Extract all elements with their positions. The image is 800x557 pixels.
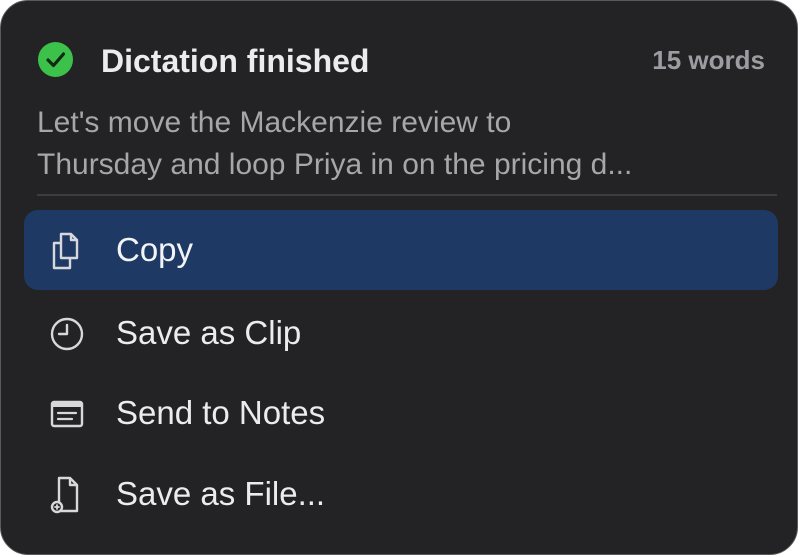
checkmark-circle-icon: [38, 42, 73, 77]
clock-icon: [50, 317, 84, 351]
transcript-line-2: Thursday and loop Priya in on the pricin…: [37, 148, 633, 181]
popover-title: Dictation finished: [101, 43, 370, 79]
popover-header: Dictation finished 15 words: [37, 41, 765, 81]
save-as-clip-label: Save as Clip: [116, 314, 302, 351]
send-to-notes-label: Send to Notes: [116, 394, 326, 431]
notes-icon: [50, 400, 84, 428]
save-as-file-menu-item[interactable]: Save as File...: [24, 454, 778, 534]
word-count-label: 15 words: [652, 45, 765, 75]
copy-label: Copy: [116, 231, 194, 268]
save-as-file-label: Save as File...: [116, 475, 326, 512]
copy-menu-item[interactable]: Copy: [24, 210, 778, 290]
send-to-notes-menu-item[interactable]: Send to Notes: [24, 373, 778, 453]
file-icon: [50, 476, 79, 514]
copy-icon: [52, 232, 79, 270]
divider: [37, 194, 777, 196]
transcript-line-1: Let's move the Mackenzie review to: [37, 106, 512, 139]
transcript-preview: Let's move the Mackenzie review to Thurs…: [37, 102, 767, 186]
dictation-popover: Dictation finished 15 words Let's move t…: [0, 0, 798, 555]
save-as-clip-menu-item[interactable]: Save as Clip: [24, 293, 778, 373]
